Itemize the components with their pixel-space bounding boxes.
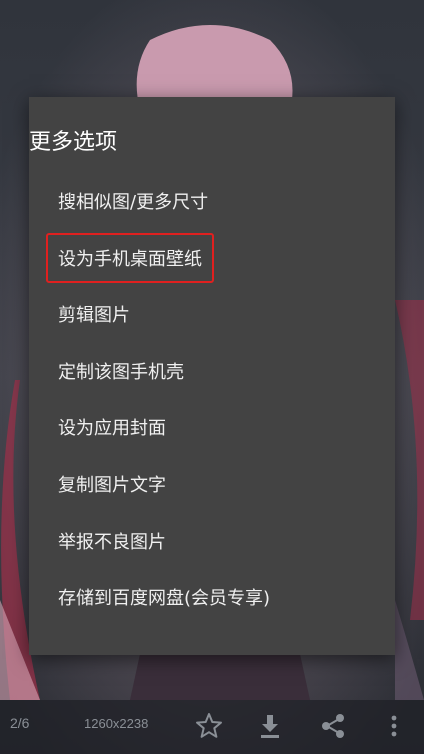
menu-item-set-app-cover[interactable]: 设为应用封面: [29, 401, 395, 458]
more-vertical-icon: [391, 715, 397, 737]
star-outline-icon: [196, 713, 222, 738]
viewer-toolbar: 2/6 1260x2238: [0, 700, 424, 754]
menu-item-list: 搜相似图/更多尺寸 设为手机桌面壁纸 剪辑图片 定制该图手机壳 设为应用封面 复…: [29, 175, 395, 628]
menu-item-custom-phone-case[interactable]: 定制该图手机壳: [29, 345, 395, 402]
menu-item-report-image[interactable]: 举报不良图片: [29, 515, 395, 572]
page-index: 2/6: [10, 715, 30, 731]
menu-item-label: 存储到百度网盘(会员专享): [58, 588, 271, 610]
more-button[interactable]: [377, 709, 411, 743]
share-icon: [322, 714, 344, 738]
download-icon: [261, 715, 279, 738]
menu-item-label: 定制该图手机壳: [58, 361, 184, 383]
menu-item-label: 搜相似图/更多尺寸: [58, 192, 209, 213]
menu-item-set-wallpaper[interactable]: 设为手机桌面壁纸: [29, 232, 395, 289]
menu-title: 更多选项: [29, 130, 118, 155]
menu-item-crop-image[interactable]: 剪辑图片: [29, 288, 395, 345]
menu-item-copy-image-text[interactable]: 复制图片文字: [29, 458, 395, 515]
menu-item-label: 设为手机桌面壁纸: [58, 248, 202, 270]
image-resolution: 1260x2238: [84, 716, 149, 731]
menu-item-label: 举报不良图片: [58, 531, 166, 553]
image-viewer-screen: 更多选项 搜相似图/更多尺寸 设为手机桌面壁纸 剪辑图片 定制该图手机壳 设为应…: [0, 0, 424, 754]
share-button[interactable]: [316, 709, 350, 743]
menu-item-label: 剪辑图片: [58, 305, 130, 327]
menu-item-label: 复制图片文字: [58, 474, 166, 496]
menu-item-search-similar[interactable]: 搜相似图/更多尺寸: [29, 175, 395, 232]
menu-item-save-to-baidu-pan[interactable]: 存储到百度网盘(会员专享): [29, 571, 395, 628]
favorite-button[interactable]: [192, 709, 226, 743]
download-button[interactable]: [253, 709, 287, 743]
menu-item-label: 设为应用封面: [58, 418, 166, 440]
